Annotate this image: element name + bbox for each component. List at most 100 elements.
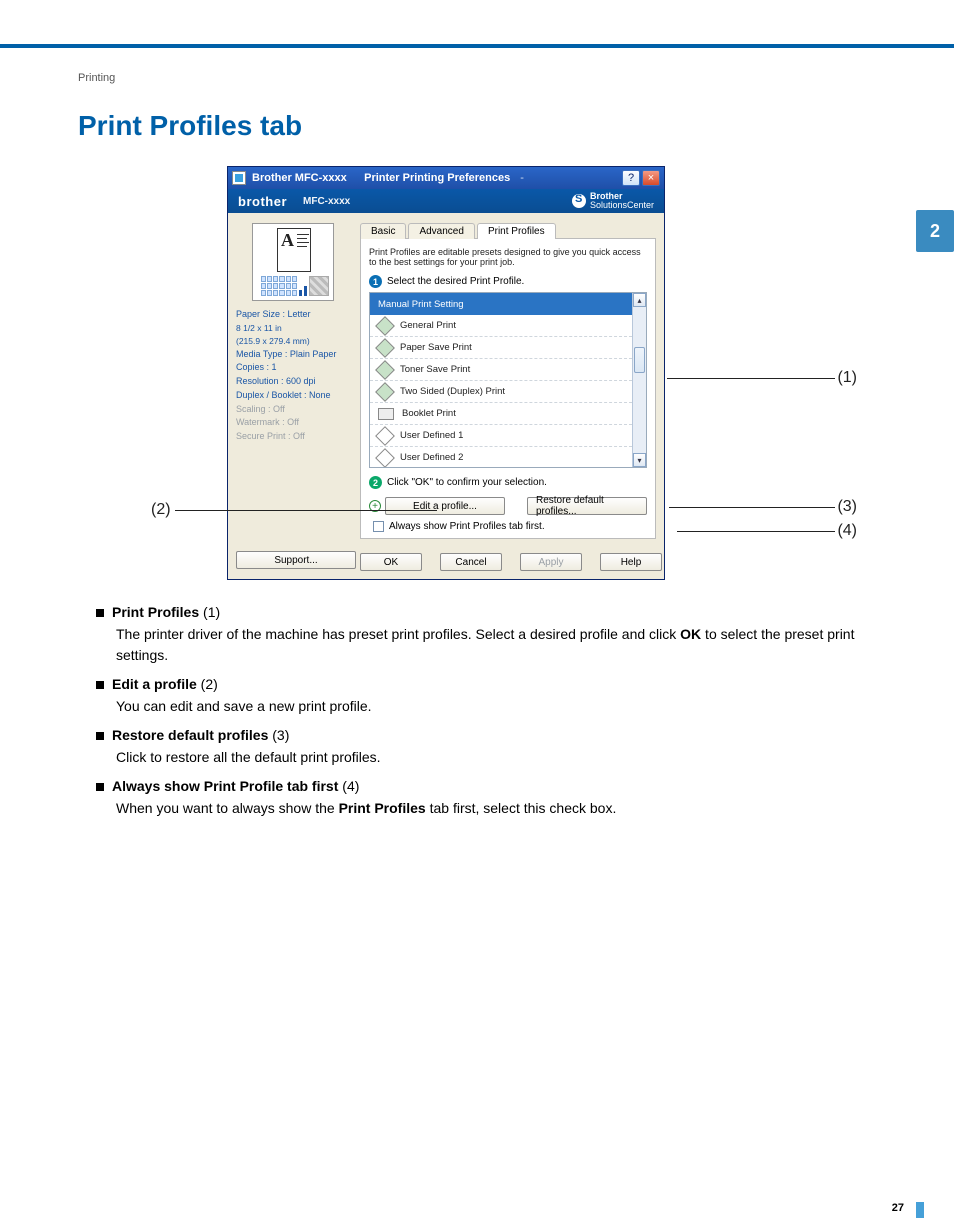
list-item: Restore default profiles (3) <box>96 727 876 743</box>
info-paper-size: Paper Size : Letter <box>236 309 350 321</box>
always-show-label: Always show Print Profiles tab first. <box>389 521 545 532</box>
always-show-checkbox[interactable] <box>373 521 384 532</box>
bullet-paragraph: You can edit and save a new print profil… <box>116 696 876 717</box>
profile-icon <box>375 360 395 380</box>
chapter-tab: 2 <box>916 210 954 252</box>
profile-label: User Defined 2 <box>400 452 463 463</box>
bullet-suffix: (2) <box>197 676 218 692</box>
profile-label: Two Sided (Duplex) Print <box>400 386 505 397</box>
callout-3-line <box>669 507 835 508</box>
profile-item-user1[interactable]: User Defined 1 <box>370 425 632 447</box>
bullet-paragraph: The printer driver of the machine has pr… <box>116 624 876 666</box>
info-secure-print: Secure Print : Off <box>236 431 350 443</box>
bullet-paragraph: Click to restore all the default print p… <box>116 747 876 768</box>
info-watermark: Watermark : Off <box>236 417 350 429</box>
dialog-titlebar: Brother MFC-xxxx Printer Printing Prefer… <box>228 167 664 189</box>
callout-1-line <box>667 378 835 379</box>
tab-print-profiles[interactable]: Print Profiles <box>477 223 556 239</box>
info-media-type: Media Type : Plain Paper <box>236 349 350 361</box>
profile-label: Manual Print Setting <box>378 299 464 310</box>
callout-2-line <box>175 510 437 511</box>
list-item: Always show Print Profile tab first (4) <box>96 778 876 794</box>
scroll-down-button[interactable]: ▾ <box>633 453 646 467</box>
breadcrumb: Printing <box>78 72 876 84</box>
bullet-paragraph: When you want to always show the Print P… <box>116 798 876 819</box>
duplex-icon <box>375 382 395 402</box>
top-rule <box>0 44 954 48</box>
tabs: Basic Advanced Print Profiles <box>360 219 656 239</box>
restore-default-profiles-button[interactable]: Restore default profiles... <box>527 497 647 515</box>
callout-1: (1) <box>837 369 857 387</box>
tab-basic[interactable]: Basic <box>360 223 406 239</box>
step-2-text: Click "OK" to confirm your selection. <box>387 477 547 488</box>
profile-label: General Print <box>400 320 456 331</box>
brother-logo: brother <box>238 194 287 209</box>
dialog-title-section: Printer Printing Preferences <box>364 172 510 184</box>
edit-profile-button[interactable]: Edit a profile... <box>385 497 505 515</box>
scroll-thumb[interactable] <box>634 347 645 373</box>
list-item: Edit a profile (2) <box>96 676 876 692</box>
page-number: 27 <box>892 1202 904 1214</box>
body-list: Print Profiles (1) The printer driver of… <box>78 604 876 819</box>
solutions-center-line2: SolutionsCenter <box>590 200 654 210</box>
callout-3: (3) <box>837 498 857 516</box>
ok-button[interactable]: OK <box>360 553 422 571</box>
scroll-up-button[interactable]: ▴ <box>633 293 646 307</box>
bullet-title: Restore default profiles <box>112 727 268 743</box>
tab-advanced[interactable]: Advanced <box>408 223 474 239</box>
profile-item-toner-save[interactable]: Toner Save Print <box>370 359 632 381</box>
printer-icon <box>232 171 246 185</box>
booklet-icon <box>378 408 394 420</box>
bullet-suffix: (1) <box>199 604 220 620</box>
model-label: MFC-xxxx <box>303 196 350 207</box>
callout-2: (2) <box>151 501 171 519</box>
page-preview: A <box>252 223 334 301</box>
info-paper-mm: (215.9 x 279.4 mm) <box>236 336 350 347</box>
profile-icon <box>375 338 395 358</box>
profile-item-booklet[interactable]: Booklet Print <box>370 403 632 425</box>
profiles-listbox[interactable]: Manual Print Setting General Print Paper… <box>369 292 647 468</box>
profiles-scrollbar[interactable]: ▴ ▾ <box>632 293 646 467</box>
profile-icon <box>375 448 395 467</box>
profile-label: Paper Save Print <box>400 342 472 353</box>
step-1-text: Select the desired Print Profile. <box>387 276 524 287</box>
dialog-title-separator: - <box>520 172 524 184</box>
solutions-center-icon <box>572 194 586 208</box>
info-paper-dim: 8 1/2 x 11 in <box>236 323 350 334</box>
step-1-badge: 1 <box>369 275 382 288</box>
profile-label: Toner Save Print <box>400 364 470 375</box>
apply-button[interactable]: Apply <box>520 553 582 571</box>
square-bullet-icon <box>96 609 104 617</box>
info-copies: Copies : 1 <box>236 362 350 374</box>
profile-item-user2[interactable]: User Defined 2 <box>370 447 632 467</box>
close-button[interactable]: × <box>642 170 660 186</box>
profile-item-paper-save[interactable]: Paper Save Print <box>370 337 632 359</box>
print-preferences-dialog: Brother MFC-xxxx Printer Printing Prefer… <box>227 166 665 580</box>
profile-item-general[interactable]: General Print <box>370 315 632 337</box>
solutions-center-link[interactable]: Brother SolutionsCenter <box>572 192 654 210</box>
tab-panel: Print Profiles are editable presets desi… <box>360 239 656 539</box>
figure: (2) (1) (3) (4) Brother MFC-xxxx Printer… <box>157 166 797 580</box>
brand-bar: brother MFC-xxxx Brother SolutionsCenter <box>228 189 664 213</box>
profile-item-manual[interactable]: Manual Print Setting <box>370 293 632 315</box>
page-arrow-icon <box>916 1202 924 1218</box>
info-resolution: Resolution : 600 dpi <box>236 376 350 388</box>
bullet-title: Print Profiles <box>112 604 199 620</box>
list-item: Print Profiles (1) <box>96 604 876 620</box>
profile-label: User Defined 1 <box>400 430 463 441</box>
left-info-panel: A Paper Size : Letter 8 1/2 x 11 in (215… <box>228 213 358 547</box>
help-button-bottom[interactable]: Help <box>600 553 662 571</box>
cancel-button[interactable]: Cancel <box>440 553 502 571</box>
callout-4: (4) <box>837 522 857 540</box>
profile-icon <box>375 316 395 336</box>
profile-label: Booklet Print <box>402 408 456 419</box>
support-button[interactable]: Support... <box>236 551 356 569</box>
bullet-suffix: (4) <box>338 778 359 794</box>
dialog-title-product: Brother MFC-xxxx <box>252 172 350 184</box>
page-title: Print Profiles tab <box>78 110 876 142</box>
help-button[interactable]: ? <box>622 170 640 186</box>
profiles-description: Print Profiles are editable presets desi… <box>369 247 647 267</box>
bullet-suffix: (3) <box>268 727 289 743</box>
square-bullet-icon <box>96 732 104 740</box>
profile-item-duplex[interactable]: Two Sided (Duplex) Print <box>370 381 632 403</box>
